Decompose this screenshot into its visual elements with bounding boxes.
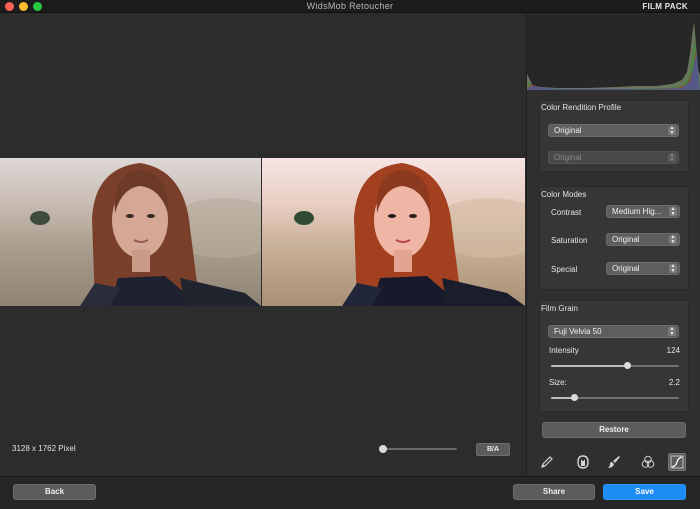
before-after-toggle-button[interactable]: B/A	[476, 443, 510, 456]
contrast-select[interactable]: Medium Hig... ▲ ▼	[606, 205, 680, 218]
chevron-up-down-icon: ▲ ▼	[669, 206, 677, 217]
color-modes-title: Color Modes	[541, 190, 587, 199]
tool-pencil[interactable]	[538, 453, 556, 471]
zoom-slider[interactable]	[379, 448, 457, 450]
tool-face[interactable]	[574, 453, 592, 471]
film-type-select-value: Fuji Velvia 50	[554, 327, 602, 336]
back-button[interactable]: Back	[13, 484, 96, 500]
saturation-label: Saturation	[551, 236, 588, 245]
color-rendition-select-value: Original	[554, 126, 582, 135]
face-icon	[577, 455, 589, 469]
intensity-slider[interactable]	[551, 365, 679, 367]
section-title: FILM PACK	[642, 2, 688, 11]
intensity-slider-fill	[551, 365, 628, 367]
share-button[interactable]: Share	[513, 484, 595, 500]
chevron-up-down-icon: ▲ ▼	[669, 263, 677, 274]
color-rendition-sub-select[interactable]: Original ▲ ▼	[548, 151, 679, 164]
film-grain-group	[539, 300, 689, 412]
zoom-slider-knob[interactable]	[378, 445, 387, 453]
chevron-up-down-icon: ▲ ▼	[669, 234, 677, 245]
after-photo	[262, 158, 525, 306]
tool-curve[interactable]	[668, 453, 686, 471]
window-title: WidsMob Retoucher	[306, 1, 394, 11]
film-type-select[interactable]: Fuji Velvia 50 ▲ ▼	[548, 325, 679, 338]
portrait-photo-original	[0, 158, 261, 306]
chevron-up-down-icon: ▲ ▼	[668, 125, 676, 136]
tool-color[interactable]	[639, 453, 657, 471]
image-canvas	[0, 14, 526, 476]
intensity-value: 124	[666, 346, 680, 355]
intensity-label: Intensity	[549, 346, 579, 355]
chevron-up-down-icon: ▲ ▼	[668, 326, 676, 337]
size-slider-knob[interactable]	[570, 394, 578, 401]
color-rendition-select[interactable]: Original ▲ ▼	[548, 124, 679, 137]
chevron-up-down-icon: ▲ ▼	[668, 152, 676, 163]
curve-icon	[670, 455, 684, 469]
tool-brush[interactable]	[605, 453, 623, 471]
special-select[interactable]: Original ▲ ▼	[606, 262, 680, 275]
saturation-select[interactable]: Original ▲ ▼	[606, 233, 680, 246]
bottom-bar	[0, 476, 700, 509]
color-circles-icon	[641, 455, 655, 468]
contrast-label: Contrast	[551, 208, 582, 217]
contrast-select-value: Medium Hig...	[612, 207, 662, 216]
restore-button[interactable]: Restore	[542, 422, 686, 438]
brush-icon	[608, 456, 620, 468]
before-photo	[0, 158, 261, 306]
film-grain-title: Film Grain	[541, 304, 578, 313]
image-dimensions: 3128 x 1762 Pixel	[12, 444, 76, 453]
saturation-select-value: Original	[612, 235, 640, 244]
pencil-icon	[541, 456, 553, 468]
size-value: 2.2	[668, 378, 680, 387]
special-select-value: Original	[612, 264, 640, 273]
portrait-photo-film-pack	[262, 158, 525, 306]
color-rendition-title: Color Rendition Profile	[541, 103, 622, 112]
size-label: Size:	[549, 378, 567, 387]
special-label: Special	[551, 265, 578, 274]
title-bar: WidsMob Retoucher FILM PACK	[0, 0, 700, 13]
color-rendition-sub-select-value: Original	[554, 153, 582, 162]
save-button[interactable]: Save	[603, 484, 686, 500]
histogram	[527, 14, 700, 90]
histogram-graph	[527, 22, 700, 90]
